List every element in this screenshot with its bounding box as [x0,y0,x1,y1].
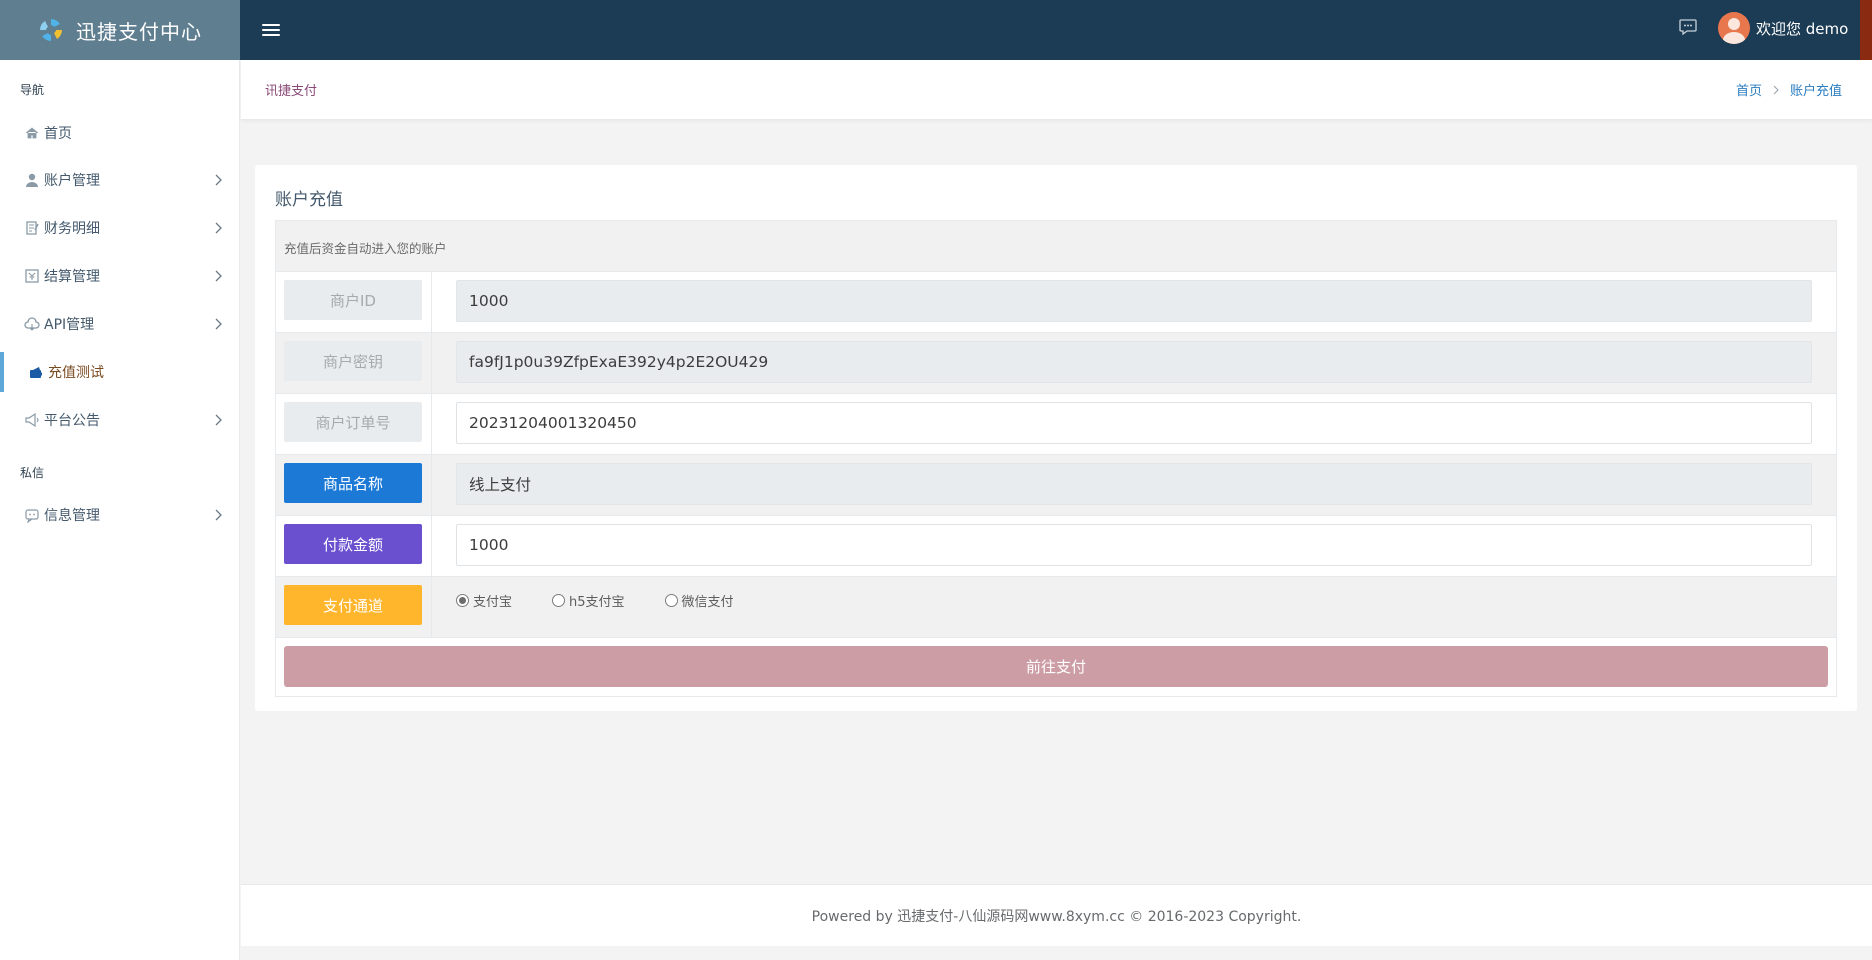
brand-logo-icon [40,19,62,41]
note-text: 充值后资金自动进入您的账户 [284,241,447,256]
sidebar-item-label: 结算管理 [44,269,100,285]
amount-field[interactable]: 1000 [456,524,1812,566]
panel-title: 账户充值 [275,190,343,210]
form-row-amount: 付款金额 1000 [276,515,1836,576]
message-icon[interactable] [1678,17,1698,37]
home-icon [25,127,39,139]
page-title: 讯捷支付 [265,84,318,99]
chat-icon [25,509,39,523]
channel-option-label: h5支付宝 [569,595,625,610]
note-row: 充值后资金自动进入您的账户 [276,221,1836,271]
form-row-product-name: 商品名称 线上支付 [276,454,1836,515]
sidebar-item-label: 账户管理 [44,173,100,189]
product-name-label: 商品名称 [284,463,422,503]
breadcrumb: 首页 账户充值 [1736,80,1842,99]
breadcrumb-home-link[interactable]: 首页 [1736,80,1762,99]
sidebar-item-label: API管理 [44,317,95,333]
radio-checked-icon[interactable] [456,594,469,607]
chevron-right-icon [215,509,222,521]
order-no-field[interactable]: 20231204001320450 [456,402,1812,444]
chevron-right-icon [1773,85,1779,94]
sidebar-item-settlement[interactable]: 结算管理 [0,256,240,296]
pay-button[interactable]: 前往支付 [284,646,1828,687]
merchant-key-label: 商户密钥 [284,341,422,381]
channel-option-h5-alipay[interactable]: h5支付宝 [552,591,625,610]
chevron-right-icon [215,318,222,330]
sidebar-item-home[interactable]: 首页 [0,113,240,153]
channel-label: 支付通道 [284,585,422,625]
channel-radio-group: 支付宝 h5支付宝 微信支付 [456,591,774,610]
brand-title: 迅捷支付中心 [76,19,202,44]
merchant-key-field: fa9fJ1p0u39ZfpExaE392y4p2E2OU429 [456,341,1812,383]
channel-option-label: 支付宝 [473,595,513,610]
nav-section-header: 导航 [20,83,45,97]
sidebar-item-api[interactable]: API管理 [0,304,240,344]
product-name-field: 线上支付 [456,463,1812,505]
footer-text: Powered by 迅捷支付-八仙源码网www.8xym.cc © 2016-… [811,909,1302,925]
sidebar-item-messages[interactable]: 信息管理 [0,495,240,535]
recharge-form: 充值后资金自动进入您的账户 商户ID 1000 商户密钥 fa9fJ1p0u39… [275,220,1837,697]
channel-option-label: 微信支付 [681,595,734,610]
menu-toggle-icon[interactable] [262,18,280,42]
user-menu[interactable]: 欢迎您 demo [1718,12,1848,44]
brand[interactable]: 迅捷支付中心 [0,0,240,60]
order-no-label: 商户订单号 [284,402,422,442]
sidebar-item-label: 信息管理 [44,508,100,524]
merchant-id-field: 1000 [456,280,1812,322]
nav-section-header: 私信 [20,466,45,480]
form-row-channel: 支付通道 支付宝 h5支付宝 微信支付 [276,576,1836,637]
submit-row: 前往支付 [276,637,1836,696]
chevron-right-icon [215,174,222,186]
chevron-right-icon [215,270,222,282]
wallet-icon [30,367,42,378]
sidebar-item-label: 首页 [44,126,72,142]
sidebar-item-label: 充值测试 [48,365,104,381]
ledger-icon [26,221,39,235]
breadcrumb-current[interactable]: 账户充值 [1790,80,1842,99]
sidebar: 导航 首页 账户管理 财务明细 结算管理 API管理 充值测试 平台公告 私信 … [0,60,240,960]
sidebar-item-label: 平台公告 [44,413,100,429]
channel-option-alipay[interactable]: 支付宝 [456,591,512,610]
chevron-right-icon [215,414,222,426]
user-icon [26,173,38,187]
sidebar-item-finance[interactable]: 财务明细 [0,208,240,248]
radio-unchecked-icon[interactable] [664,594,678,607]
page-header: 讯捷支付 首页 账户充值 [241,60,1872,120]
sidebar-item-recharge-test[interactable]: 充值测试 [0,352,240,392]
recharge-panel: 账户充值 充值后资金自动进入您的账户 商户ID 1000 商户密钥 fa9fJ1… [255,165,1857,711]
top-navbar: 迅捷支付中心 欢迎您 demo [0,0,1872,60]
merchant-id-label: 商户ID [284,280,422,320]
radio-unchecked-icon[interactable] [552,594,566,607]
form-row-merchant-id: 商户ID 1000 [276,271,1836,332]
channel-option-wechat[interactable]: 微信支付 [664,591,734,610]
chevron-right-icon [215,222,222,234]
megaphone-icon [25,412,39,428]
cloud-icon [24,317,40,331]
sidebar-item-account[interactable]: 账户管理 [0,160,240,200]
edge-strip [1860,0,1872,60]
sidebar-item-label: 财务明细 [44,221,100,237]
sidebar-item-announcements[interactable]: 平台公告 [0,400,240,440]
form-row-order-no: 商户订单号 20231204001320450 [276,393,1836,454]
user-greeting: 欢迎您 demo [1756,19,1849,38]
form-row-merchant-key: 商户密钥 fa9fJ1p0u39ZfpExaE392y4p2E2OU429 [276,332,1836,393]
settlement-icon [25,269,39,283]
footer: Powered by 迅捷支付-八仙源码网www.8xym.cc © 2016-… [241,884,1872,946]
avatar [1718,12,1750,44]
amount-label: 付款金额 [284,524,422,564]
